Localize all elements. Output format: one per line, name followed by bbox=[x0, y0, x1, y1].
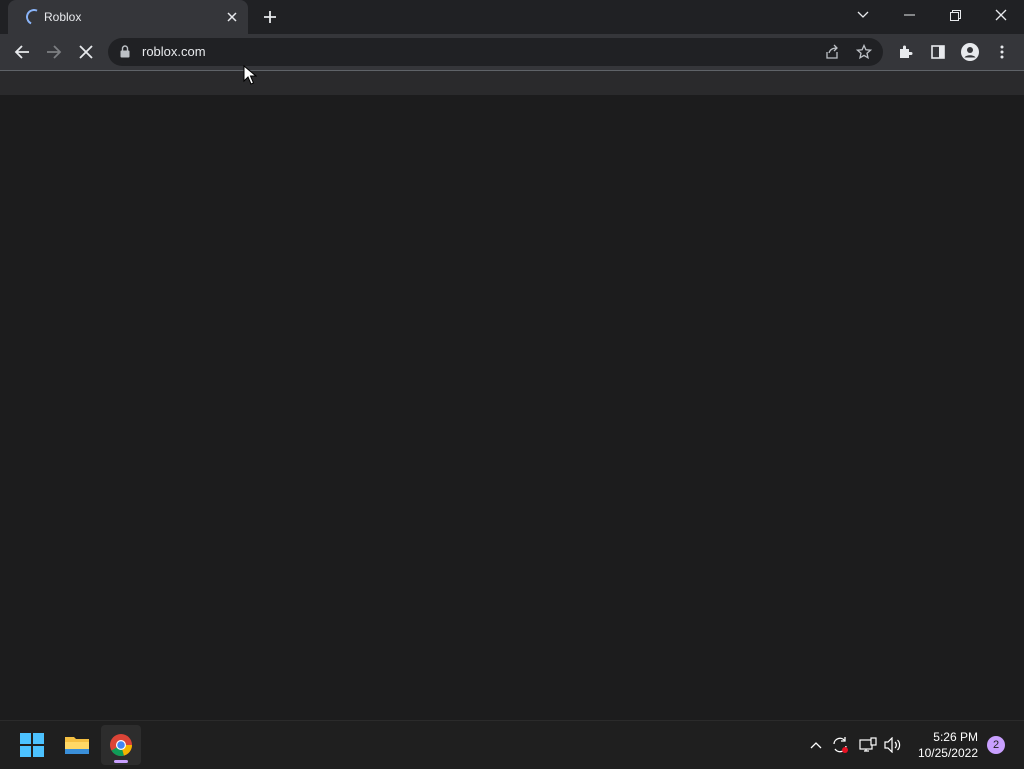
chrome-taskbar-button[interactable] bbox=[101, 725, 141, 765]
taskbar: 5:26 PM 10/25/2022 2 bbox=[0, 720, 1024, 769]
forward-button[interactable] bbox=[40, 38, 68, 66]
page-loading-header bbox=[0, 71, 1024, 95]
chrome-icon bbox=[110, 734, 133, 757]
clock-date: 10/25/2022 bbox=[917, 746, 978, 760]
chrome-menu-icon[interactable] bbox=[988, 38, 1016, 66]
new-tab-button[interactable] bbox=[258, 5, 282, 29]
mouse-cursor-icon bbox=[243, 64, 258, 90]
restore-button[interactable] bbox=[932, 0, 978, 30]
tab-title: Roblox bbox=[44, 10, 82, 24]
browser-tab[interactable]: Roblox bbox=[8, 0, 248, 34]
extensions-icon[interactable] bbox=[892, 38, 920, 66]
show-hidden-icons-chevron-icon[interactable] bbox=[806, 735, 826, 755]
file-explorer-button[interactable] bbox=[57, 725, 97, 765]
start-button[interactable] bbox=[12, 725, 52, 765]
back-button[interactable] bbox=[8, 38, 36, 66]
profile-avatar-icon[interactable] bbox=[956, 38, 984, 66]
tab-search-button[interactable] bbox=[840, 0, 886, 30]
minimize-button[interactable] bbox=[886, 0, 932, 30]
tab-close-icon[interactable] bbox=[224, 9, 240, 25]
stop-loading-button[interactable] bbox=[72, 38, 100, 66]
file-explorer-icon bbox=[65, 737, 89, 754]
taskbar-clock[interactable]: 5:26 PM 10/25/2022 bbox=[910, 729, 978, 761]
lock-icon[interactable] bbox=[120, 45, 130, 63]
tab-strip: Roblox bbox=[0, 0, 1024, 34]
notification-badge[interactable]: 2 bbox=[987, 736, 1005, 754]
network-icon[interactable] bbox=[858, 735, 878, 755]
page-content[interactable] bbox=[0, 95, 1024, 720]
url-text[interactable]: roblox.com bbox=[142, 44, 206, 59]
clock-time: 5:26 PM bbox=[933, 730, 978, 744]
bookmark-star-icon[interactable] bbox=[855, 43, 873, 65]
loading-spinner-icon bbox=[23, 6, 45, 28]
address-bar[interactable]: roblox.com bbox=[108, 38, 883, 66]
active-app-indicator bbox=[114, 760, 128, 763]
share-icon[interactable] bbox=[824, 44, 840, 65]
side-panel-icon[interactable] bbox=[924, 38, 952, 66]
browser-toolbar: roblox.com bbox=[0, 34, 1024, 70]
windows-start-icon bbox=[20, 733, 44, 757]
volume-icon[interactable] bbox=[883, 735, 903, 755]
close-window-button[interactable] bbox=[978, 0, 1024, 30]
sync-icon[interactable] bbox=[830, 735, 850, 755]
